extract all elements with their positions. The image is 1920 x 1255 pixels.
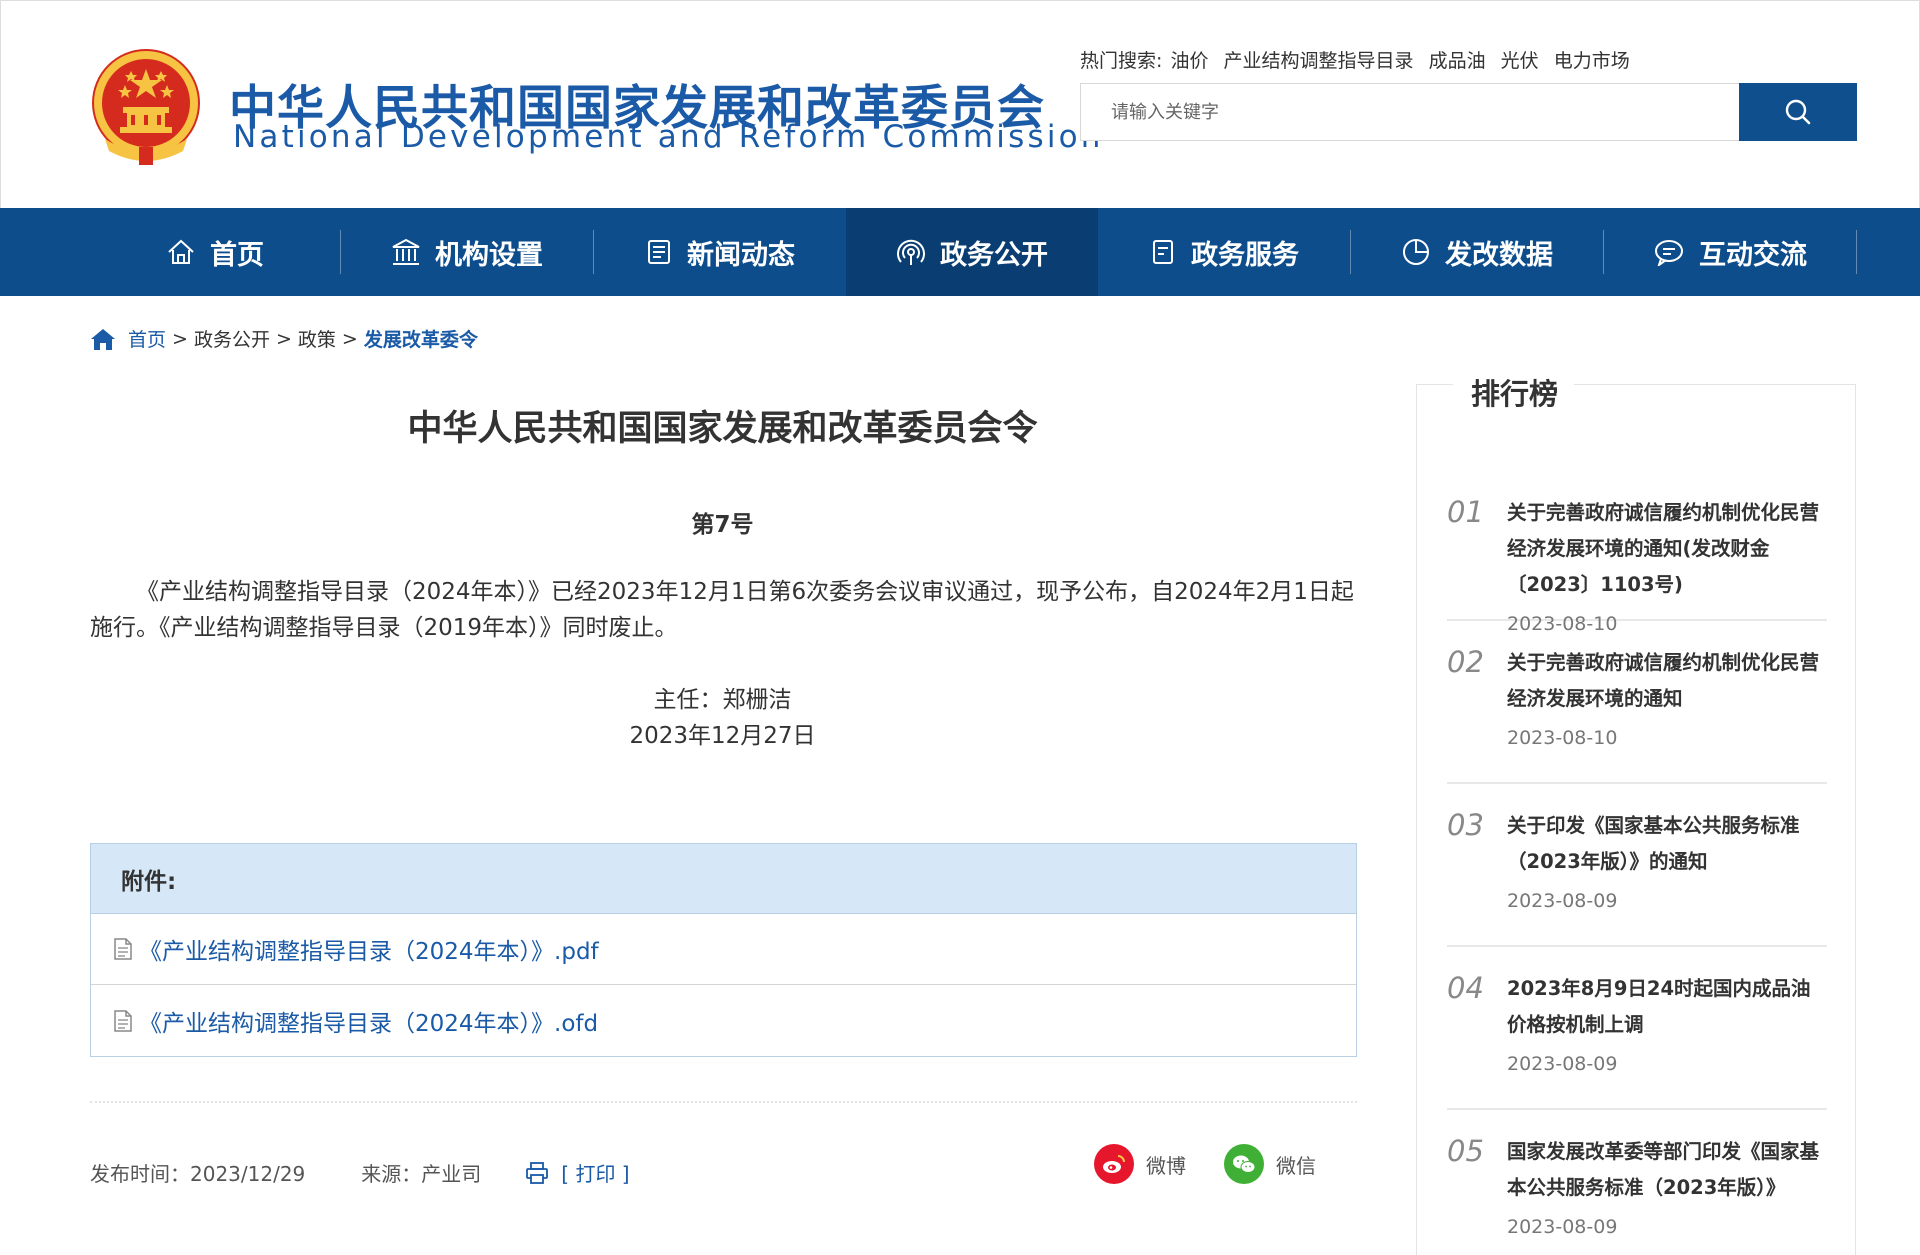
share-wechat-button[interactable]: 微信 — [1224, 1144, 1316, 1184]
breadcrumb-link[interactable]: 政务公开 — [194, 325, 270, 352]
share-weibo-button[interactable]: 微博 — [1094, 1144, 1186, 1184]
attachment-filename: 《产业结构调整指导目录（2024年本）》.pdf — [139, 939, 599, 965]
breadcrumb-home-link[interactable]: 首页 — [128, 325, 166, 352]
attachments-panel: 附件: 《产业结构调整指导目录（2024年本）》.pdf 《产业结构调整指导目录… — [90, 843, 1357, 1057]
nav-label: 机构设置 — [435, 239, 543, 271]
home-icon — [166, 238, 196, 266]
ranking-date: 2023-08-09 — [1507, 890, 1618, 912]
ranking-item: 05 国家发展改革委等部门印发《国家基本公共服务标准（2023年版）》 2023… — [1447, 1110, 1827, 1255]
ranking-link[interactable]: 关于完善政府诚信履约机制优化民营经济发展环境的通知 — [1507, 645, 1827, 717]
ranking-link[interactable]: 2023年8月9日24时起国内成品油价格按机制上调 — [1507, 971, 1827, 1043]
ranking-list: 01 关于完善政府诚信履约机制优化民营经济发展环境的通知(发改财金〔2023〕1… — [1447, 443, 1827, 1255]
nav-item-news[interactable]: 新闻动态 — [594, 208, 846, 296]
nav-label: 政务公开 — [940, 239, 1048, 271]
breadcrumb-link[interactable]: 政策 — [298, 325, 336, 352]
hot-term-link[interactable]: 产业结构调整指导目录 — [1224, 50, 1414, 72]
attachments-heading: 附件: — [91, 844, 1356, 914]
hot-term-link[interactable]: 电力市场 — [1554, 50, 1630, 72]
breadcrumb: 首页 > 政务公开 > 政策 > 发展改革委令 — [90, 325, 478, 352]
attachment-link-ofd[interactable]: 《产业结构调整指导目录（2024年本）》.ofd — [91, 985, 1356, 1056]
breadcrumb-separator: > — [341, 327, 358, 350]
article-body: 《产业结构调整指导目录（2024年本）》已经2023年12月1日第6次委务会议审… — [90, 579, 1354, 641]
nav-item-government-service[interactable]: 政务服务 — [1098, 208, 1350, 296]
main-nav: 首页 机构设置 新闻动态 政务公开 政务服务 发改数据 互动交流 — [0, 208, 1920, 296]
ranking-title: 排行榜 — [1453, 371, 1575, 413]
share-label: 微信 — [1276, 1153, 1316, 1178]
sign-date: 2023年12月27日 — [629, 723, 816, 749]
ranking-date: 2023-08-10 — [1507, 727, 1618, 749]
site-title-english: National Development and Reform Commissi… — [233, 119, 1104, 155]
attachment-link-pdf[interactable]: 《产业结构调整指导目录（2024年本）》.pdf — [91, 914, 1356, 985]
search-box — [1080, 83, 1857, 141]
printer-icon — [525, 1161, 549, 1184]
rank-number: 05 — [1447, 1134, 1484, 1168]
print-label: [ 打印 ] — [561, 1162, 630, 1186]
hot-term-link[interactable]: 油价 — [1170, 50, 1208, 72]
hot-term-link[interactable]: 成品油 — [1429, 50, 1486, 72]
article-source: 来源：产业司 — [361, 1162, 482, 1186]
nav-item-data[interactable]: 发改数据 — [1351, 208, 1603, 296]
ranking-link[interactable]: 关于印发《国家基本公共服务标准（2023年版）》的通知 — [1507, 808, 1827, 880]
nav-item-government-affairs[interactable]: 政务公开 — [846, 208, 1098, 296]
news-icon — [645, 238, 673, 266]
search-input[interactable] — [1081, 84, 1739, 140]
national-emblem-logo[interactable] — [87, 47, 205, 169]
wechat-icon — [1224, 1144, 1264, 1184]
hot-search-label: 热门搜索: — [1080, 50, 1163, 72]
breadcrumb-current[interactable]: 发展改革委令 — [364, 325, 478, 352]
document-number: 第7号 — [691, 512, 754, 538]
print-button[interactable]: [ 打印 ] — [525, 1158, 630, 1187]
nav-label: 发改数据 — [1445, 239, 1553, 271]
home-icon[interactable] — [90, 327, 116, 351]
rank-number: 04 — [1447, 971, 1484, 1005]
chat-icon — [1653, 238, 1685, 266]
nav-item-interaction[interactable]: 互动交流 — [1604, 208, 1856, 296]
document-icon — [113, 938, 133, 960]
rank-number: 02 — [1447, 645, 1484, 679]
hot-search-bar: 热门搜索: 油价 产业结构调整指导目录 成品油 光伏 电力市场 — [1080, 46, 1639, 73]
institution-icon — [391, 238, 421, 266]
ranking-title-wrap: 排行榜 — [1417, 371, 1855, 413]
signer-name: 主任：郑栅洁 — [653, 687, 792, 713]
weibo-icon — [1094, 1144, 1134, 1184]
search-icon — [1785, 99, 1811, 125]
ranking-item: 02 关于完善政府诚信履约机制优化民营经济发展环境的通知 2023-08-10 — [1447, 621, 1827, 784]
ranking-link[interactable]: 关于完善政府诚信履约机制优化民营经济发展环境的通知(发改财金〔2023〕1103… — [1507, 495, 1827, 603]
breadcrumb-separator: > — [172, 327, 188, 350]
broadcast-icon — [896, 238, 926, 266]
nav-item-institution[interactable]: 机构设置 — [341, 208, 593, 296]
pie-chart-icon — [1401, 237, 1431, 267]
breadcrumb-separator: > — [275, 327, 292, 350]
nav-item-home[interactable]: 首页 — [90, 208, 340, 296]
service-icon — [1149, 238, 1177, 266]
ranking-date: 2023-08-09 — [1507, 1216, 1618, 1238]
search-button[interactable] — [1739, 83, 1857, 141]
nav-label: 新闻动态 — [687, 239, 795, 271]
nav-label: 首页 — [210, 239, 264, 271]
ranking-item: 03 关于印发《国家基本公共服务标准（2023年版）》的通知 2023-08-0… — [1447, 784, 1827, 947]
ranking-item: 01 关于完善政府诚信履约机制优化民营经济发展环境的通知(发改财金〔2023〕1… — [1447, 443, 1827, 635]
signature-block: 主任：郑栅洁 2023年12月27日 — [90, 682, 1355, 754]
publish-time: 发布时间：2023/12/29 — [90, 1162, 306, 1186]
rank-number: 01 — [1447, 495, 1484, 529]
nav-label: 政务服务 — [1191, 239, 1299, 271]
nav-label: 互动交流 — [1699, 239, 1807, 271]
site-header: 中华人民共和国国家发展和改革委员会 National Development a… — [0, 0, 1920, 208]
attachment-filename: 《产业结构调整指导目录（2024年本）》.ofd — [139, 1010, 599, 1037]
hot-term-link[interactable]: 光伏 — [1501, 50, 1539, 72]
document-icon — [113, 1009, 133, 1032]
ranking-sidebar: 排行榜 01 关于完善政府诚信履约机制优化民营经济发展环境的通知(发改财金〔20… — [1416, 371, 1856, 1255]
rank-number: 03 — [1447, 808, 1484, 842]
ranking-item: 04 2023年8月9日24时起国内成品油价格按机制上调 2023-08-09 — [1447, 947, 1827, 1110]
share-label: 微博 — [1146, 1153, 1186, 1178]
article-title: 中华人民共和国国家发展和改革委员会令 — [407, 409, 1038, 449]
ranking-date: 2023-08-09 — [1507, 1053, 1618, 1075]
article-meta: 发布时间：2023/12/29 来源：产业司 [ 打印 ] — [90, 1158, 630, 1187]
nav-divider — [1856, 230, 1857, 274]
ranking-link[interactable]: 国家发展改革委等部门印发《国家基本公共服务标准（2023年版）》 — [1507, 1134, 1827, 1206]
section-divider — [90, 1101, 1357, 1103]
